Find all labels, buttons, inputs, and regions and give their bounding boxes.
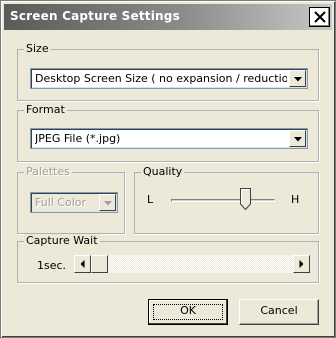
chevron-right-icon bbox=[299, 260, 304, 268]
quality-slider-track[interactable] bbox=[171, 199, 275, 202]
size-select-value: Desktop Screen Size ( no expansion / red… bbox=[35, 72, 287, 85]
window-title: Screen Capture Settings bbox=[10, 9, 180, 23]
close-icon bbox=[314, 11, 326, 23]
format-dropdown-button[interactable] bbox=[289, 130, 306, 147]
chevron-down-icon bbox=[294, 77, 302, 82]
quality-low-label: L bbox=[147, 193, 154, 206]
scroll-right-button[interactable] bbox=[293, 255, 310, 273]
capture-wait-value: 1sec. bbox=[37, 259, 67, 272]
size-group-label: Size bbox=[24, 42, 51, 56]
chevron-left-icon bbox=[80, 260, 85, 268]
format-group-label: Format bbox=[24, 103, 67, 117]
palettes-select-value: Full Color bbox=[35, 196, 87, 209]
quality-slider-thumb[interactable] bbox=[240, 188, 251, 210]
chevron-down-icon bbox=[104, 201, 112, 206]
quality-group-label: Quality bbox=[141, 165, 185, 179]
quality-high-label: H bbox=[291, 193, 300, 206]
palettes-dropdown-button bbox=[99, 194, 116, 211]
palettes-group-label: Palettes bbox=[24, 165, 72, 179]
scroll-thumb[interactable] bbox=[91, 255, 108, 273]
screen-capture-settings-dialog: Screen Capture Settings Size Desktop Scr… bbox=[0, 0, 336, 338]
chevron-down-icon bbox=[294, 137, 302, 142]
format-select[interactable]: JPEG File (*.jpg) bbox=[30, 128, 308, 149]
capture-wait-scrollbar[interactable] bbox=[74, 255, 310, 273]
ok-button[interactable]: OK bbox=[148, 299, 228, 325]
capture-wait-group-label: Capture Wait bbox=[24, 234, 100, 248]
scroll-left-button[interactable] bbox=[74, 255, 91, 273]
cancel-button[interactable]: Cancel bbox=[239, 299, 319, 325]
close-button[interactable] bbox=[309, 7, 330, 27]
size-select[interactable]: Desktop Screen Size ( no expansion / red… bbox=[30, 68, 308, 89]
palettes-select: Full Color bbox=[30, 192, 118, 213]
title-bar[interactable]: Screen Capture Settings bbox=[4, 4, 332, 30]
ok-button-label: OK bbox=[180, 304, 196, 317]
size-dropdown-button[interactable] bbox=[289, 70, 306, 87]
format-select-value: JPEG File (*.jpg) bbox=[35, 132, 121, 145]
cancel-button-label: Cancel bbox=[260, 304, 298, 317]
